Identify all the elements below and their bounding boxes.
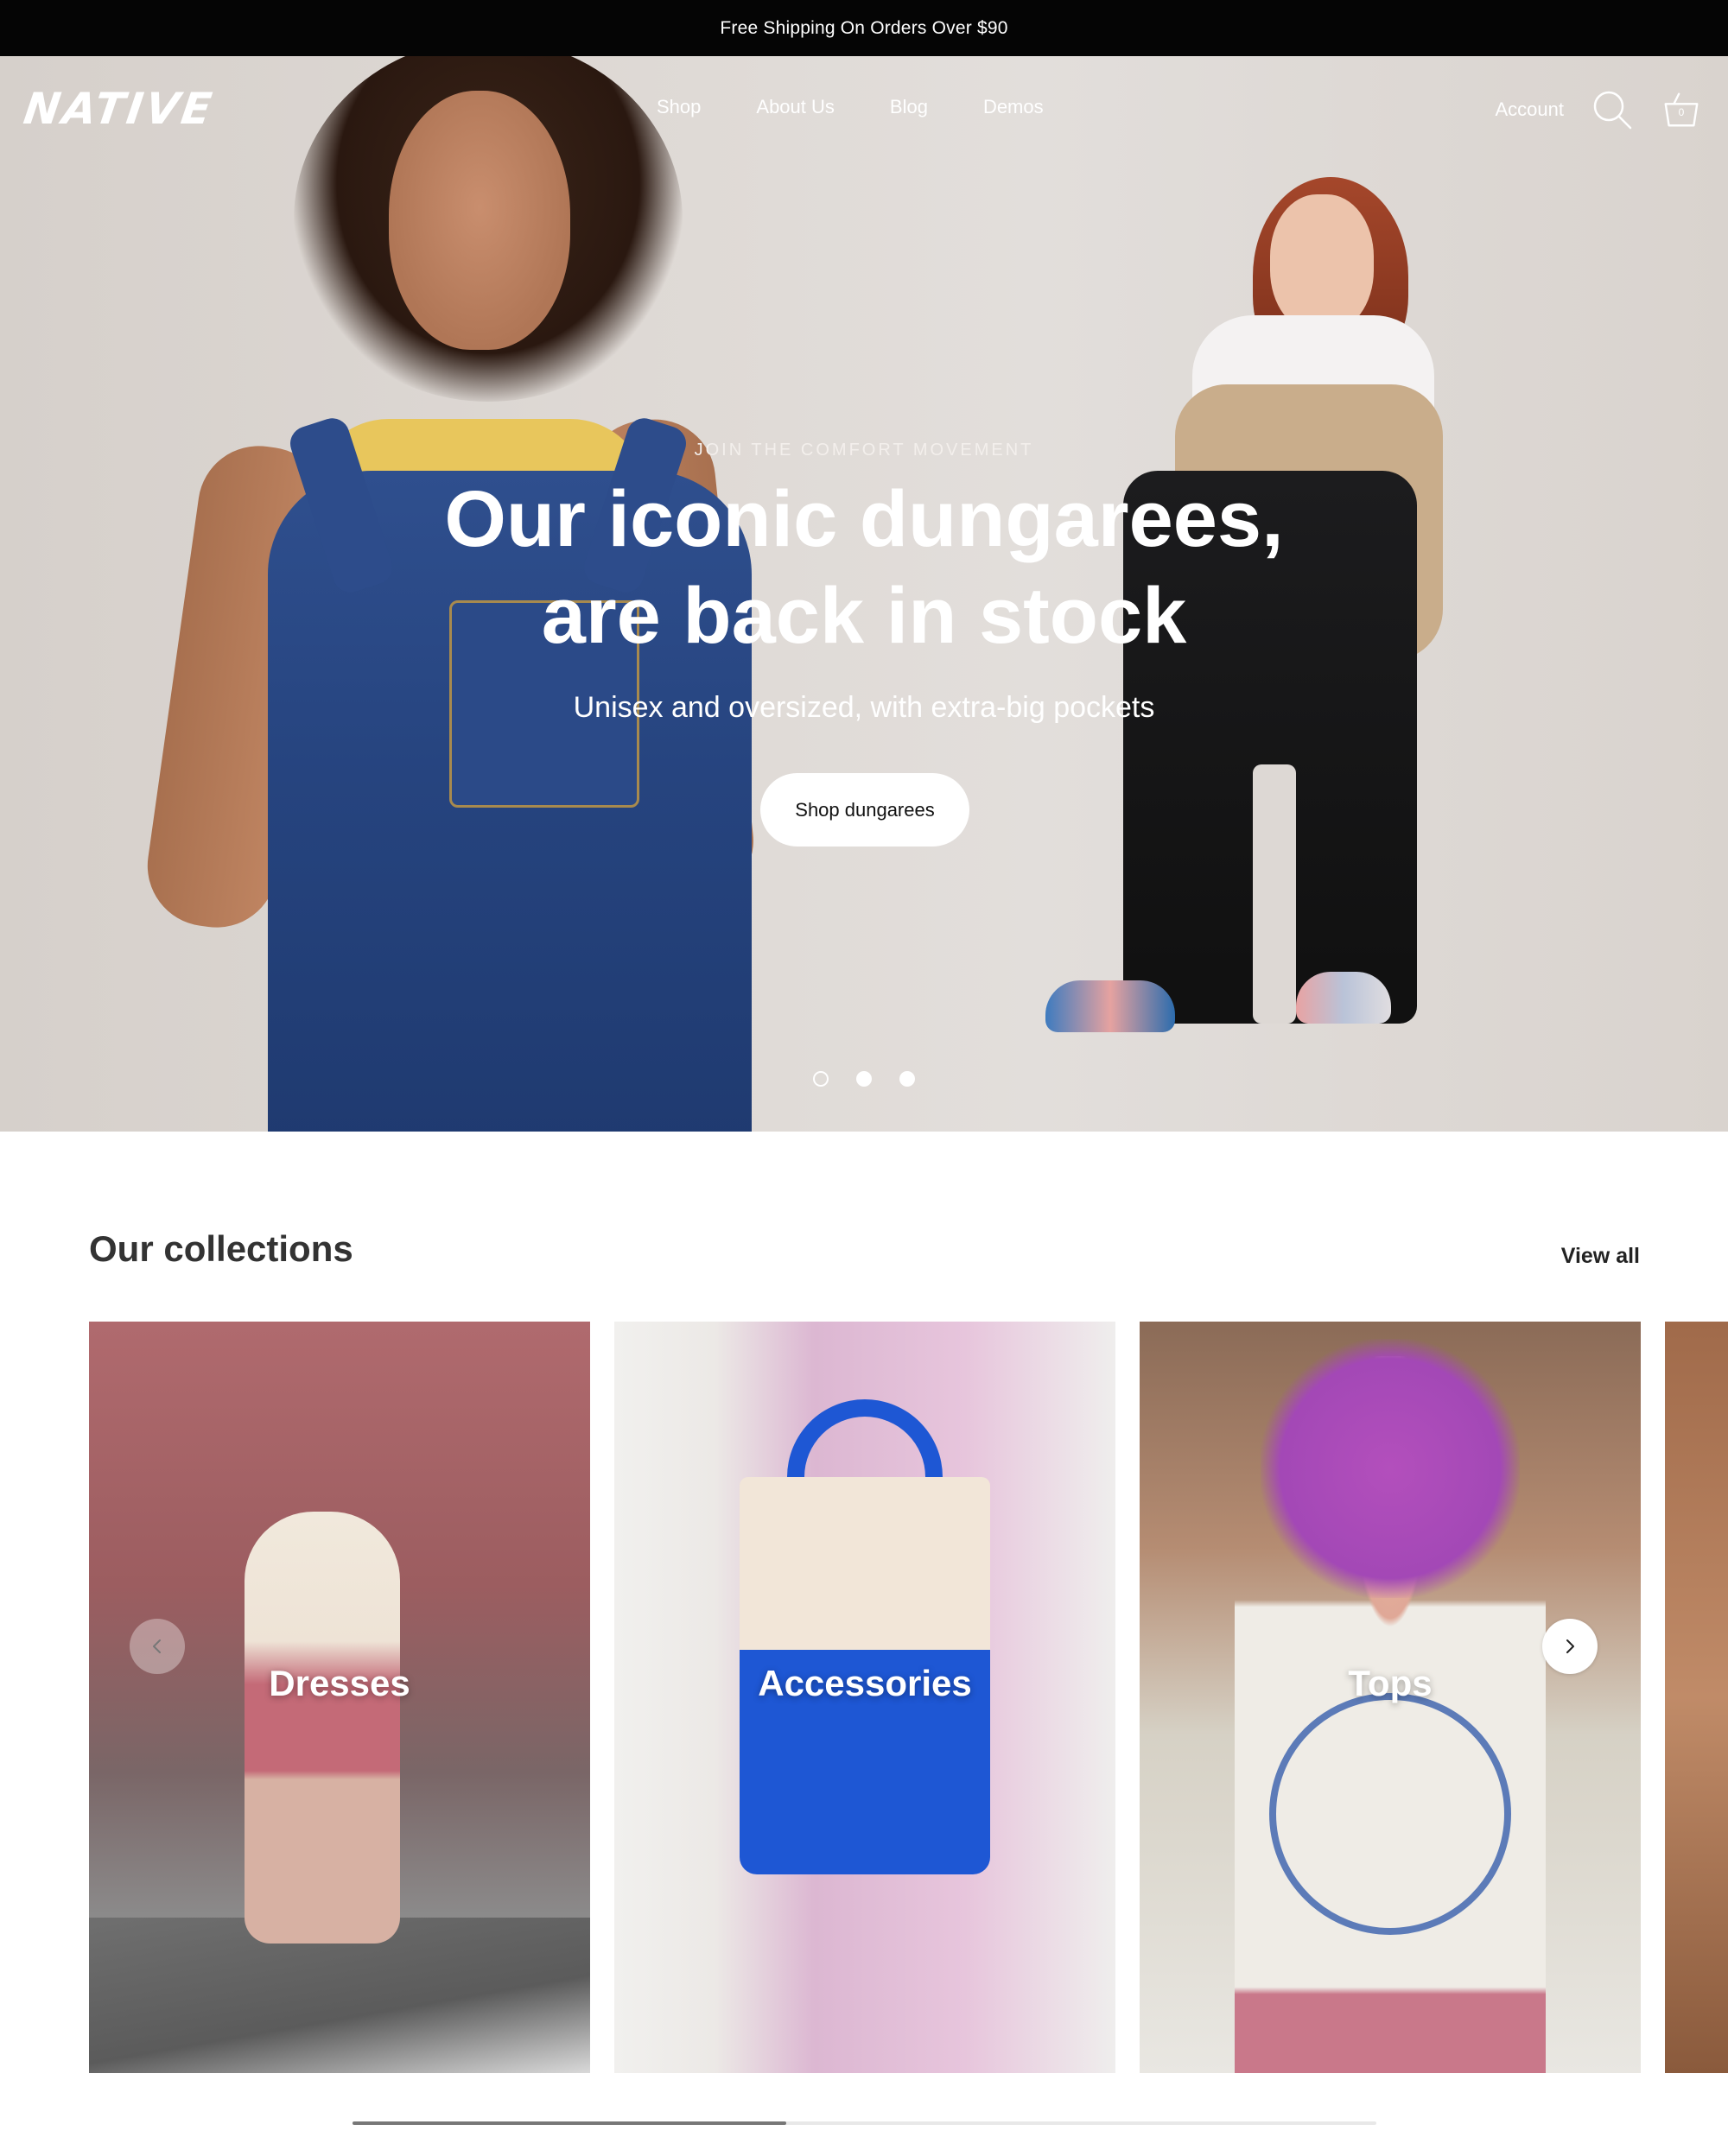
carousel-next-button[interactable] <box>1542 1619 1598 1674</box>
hero-content: JOIN THE COMFORT MOVEMENT Our iconic dun… <box>0 56 1728 1132</box>
collection-label: Accessories <box>758 1663 972 1703</box>
chevron-right-icon <box>1566 1639 1574 1653</box>
hero-eyebrow: JOIN THE COMFORT MOVEMENT <box>694 441 1034 460</box>
card-bag-photo <box>740 1477 990 1650</box>
collections-title: Our collections <box>89 1228 353 1269</box>
collection-card-partial[interactable] <box>1665 1322 1728 2073</box>
announcement-bar: Free Shipping On Orders Over $90 <box>0 0 1728 56</box>
view-all-link[interactable]: View all <box>1561 1244 1640 1269</box>
collection-card-tops[interactable]: Tops <box>1140 1322 1641 2073</box>
carousel-scrollbar[interactable] <box>353 2121 1376 2125</box>
chevron-left-icon <box>153 1639 161 1653</box>
collection-card-dresses[interactable]: Dresses <box>89 1322 590 2073</box>
slideshow-dots <box>0 1071 1728 1087</box>
announcement-text: Free Shipping On Orders Over $90 <box>720 17 1008 38</box>
slide-dot-2[interactable] <box>856 1071 872 1087</box>
hero-headline-line-2: are back in stock <box>541 572 1187 660</box>
card-model-hair <box>1261 1339 1520 1598</box>
carousel-scrollbar-thumb[interactable] <box>353 2121 786 2125</box>
carousel-prev-button[interactable] <box>130 1619 185 1674</box>
hero-headline-line-1: Our iconic dungarees, <box>444 475 1284 563</box>
card-model-photo <box>245 1512 400 1944</box>
shop-dungarees-button[interactable]: Shop dungarees <box>760 773 969 847</box>
collection-card-accessories[interactable]: Accessories <box>614 1322 1115 2073</box>
slide-dot-3[interactable] <box>899 1071 915 1087</box>
slide-dot-1[interactable] <box>813 1071 829 1087</box>
card-tee-print <box>1269 1693 1511 1935</box>
hero-headline: Our iconic dungarees, are back in stock <box>0 471 1728 664</box>
hero-subhead: Unisex and oversized, with extra-big poc… <box>573 691 1155 724</box>
